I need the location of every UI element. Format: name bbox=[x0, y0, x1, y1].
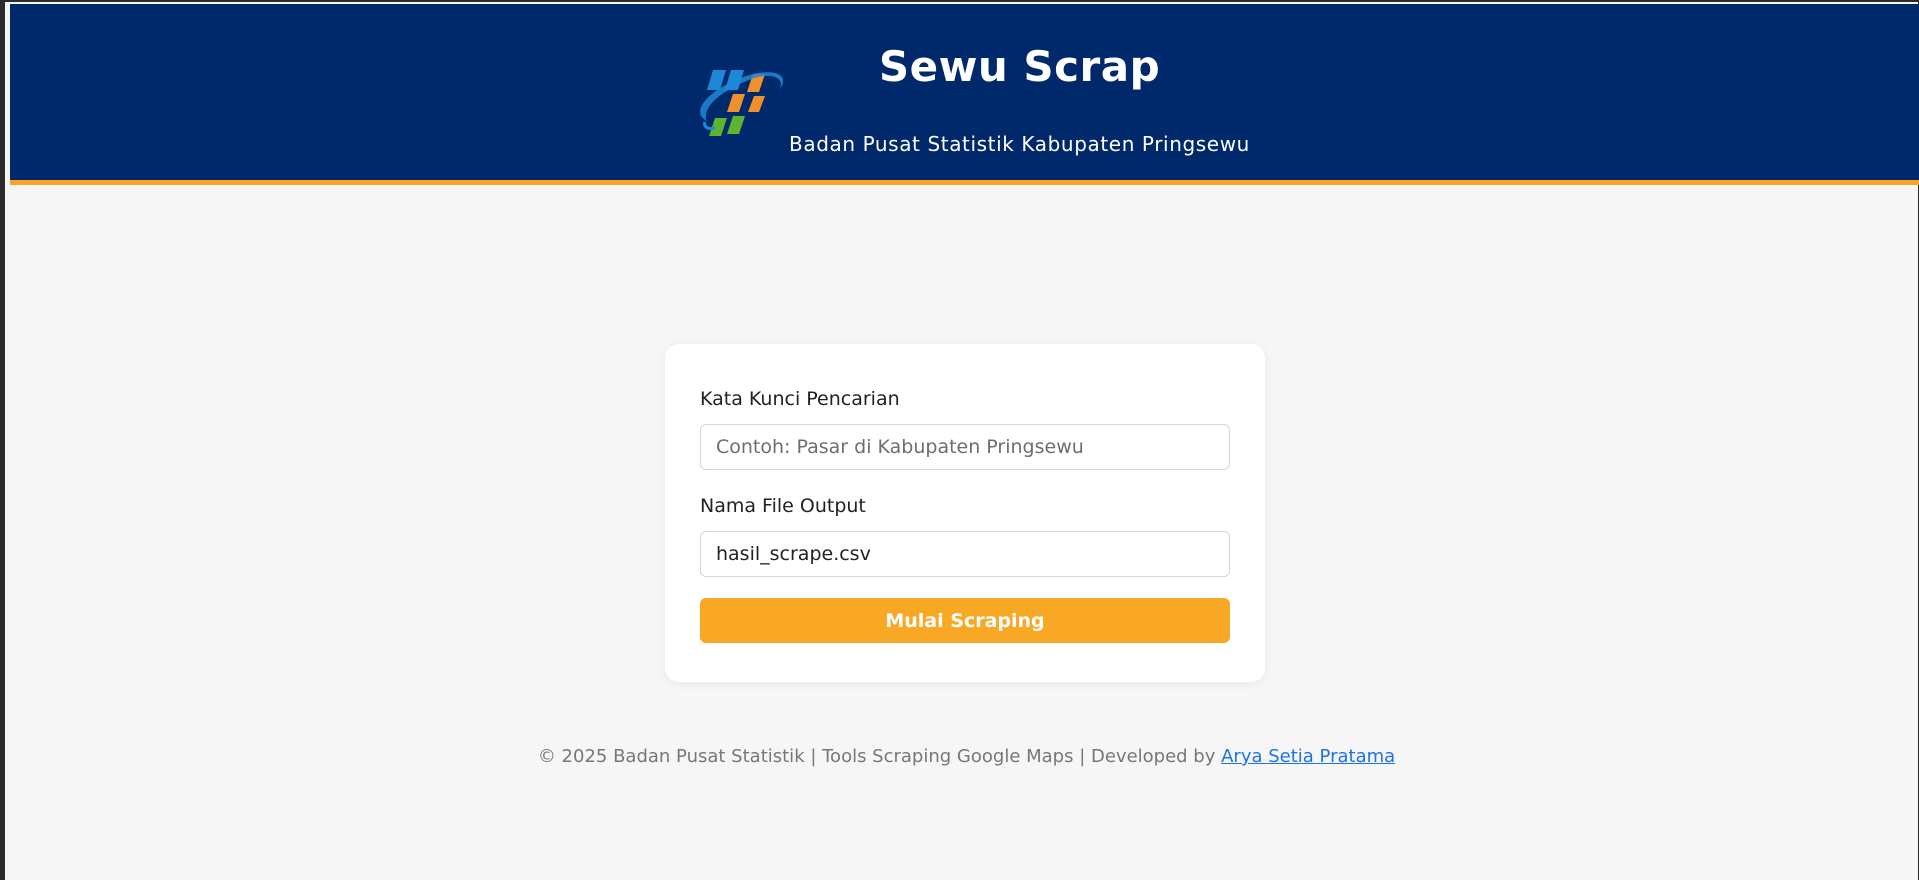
page-footer: © 2025 Badan Pusat Statistik | Tools Scr… bbox=[10, 746, 1919, 767]
app-subtitle: Badan Pusat Statistik Kabupaten Pringsew… bbox=[789, 132, 1250, 156]
browser-viewport: Sewu Scrap Badan Pusat Statistik Kabupat… bbox=[0, 0, 1919, 880]
scrape-form-card: Kata Kunci Pencarian Nama File Output Mu… bbox=[665, 344, 1265, 682]
app-title: Sewu Scrap bbox=[878, 42, 1161, 91]
filename-input[interactable] bbox=[700, 531, 1230, 577]
author-link[interactable]: Arya Setia Pratama bbox=[1221, 746, 1395, 767]
footer-text: © 2025 Badan Pusat Statistik | Tools Scr… bbox=[537, 746, 1222, 767]
filename-label: Nama File Output bbox=[700, 495, 866, 517]
keyword-input[interactable] bbox=[700, 424, 1230, 470]
keyword-label: Kata Kunci Pencarian bbox=[700, 388, 900, 410]
page-header: Sewu Scrap Badan Pusat Statistik Kabupat… bbox=[10, 4, 1919, 185]
start-scraping-button[interactable]: Mulai Scraping bbox=[700, 598, 1230, 643]
